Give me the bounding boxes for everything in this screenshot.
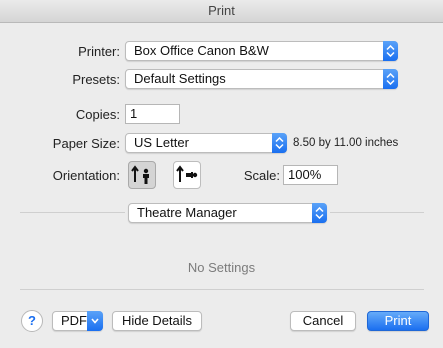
up-down-arrows-icon	[312, 203, 327, 223]
copies-field[interactable]: 1	[125, 104, 180, 124]
section-popup[interactable]: Theatre Manager	[128, 203, 327, 223]
paper-dimensions: 8.50 by 11.00 inches	[293, 137, 399, 149]
portrait-orientation-button[interactable]	[128, 161, 156, 189]
landscape-orientation-icon	[176, 165, 198, 182]
separator-left	[20, 212, 125, 213]
window-titlebar[interactable]: Print	[0, 0, 443, 23]
orientation-label: Orientation:	[52, 168, 120, 183]
no-settings-text: No Settings	[187, 260, 256, 275]
print-label: Print	[384, 313, 412, 328]
paper-size-value: US Letter	[134, 135, 189, 150]
separator-right	[330, 212, 424, 213]
printer-value: Box Office Canon B&W	[134, 43, 269, 58]
window-title: Print	[208, 3, 235, 18]
presets-popup[interactable]: Default Settings	[125, 69, 398, 89]
presets-value: Default Settings	[134, 71, 226, 86]
help-icon: ?	[28, 313, 36, 328]
printer-label: Printer:	[78, 44, 120, 59]
chevron-down-icon	[87, 311, 103, 331]
hide-details-button[interactable]: Hide Details	[112, 311, 202, 331]
paper-size-popup[interactable]: US Letter	[125, 133, 287, 153]
printer-popup[interactable]: Box Office Canon B&W	[125, 41, 398, 61]
cancel-label: Cancel	[302, 313, 344, 328]
scale-label: Scale:	[243, 168, 280, 183]
up-down-arrows-icon	[272, 133, 287, 153]
scale-field[interactable]: 100%	[283, 165, 338, 185]
presets-label: Presets:	[72, 72, 120, 87]
up-down-arrows-icon	[383, 69, 398, 89]
cancel-button[interactable]: Cancel	[290, 311, 356, 331]
portrait-orientation-icon	[131, 165, 149, 184]
print-button[interactable]: Print	[367, 311, 429, 331]
separator-bottom	[20, 289, 424, 290]
landscape-orientation-button[interactable]	[173, 161, 201, 189]
pdf-label: PDF	[61, 313, 87, 328]
section-value: Theatre Manager	[137, 205, 237, 220]
pdf-button[interactable]: PDF	[52, 311, 103, 331]
copies-label: Copies:	[75, 107, 120, 122]
up-down-arrows-icon	[383, 41, 398, 61]
help-button[interactable]: ?	[21, 310, 43, 332]
hide-details-label: Hide Details	[121, 313, 193, 328]
paper-size-label: Paper Size:	[52, 136, 120, 151]
